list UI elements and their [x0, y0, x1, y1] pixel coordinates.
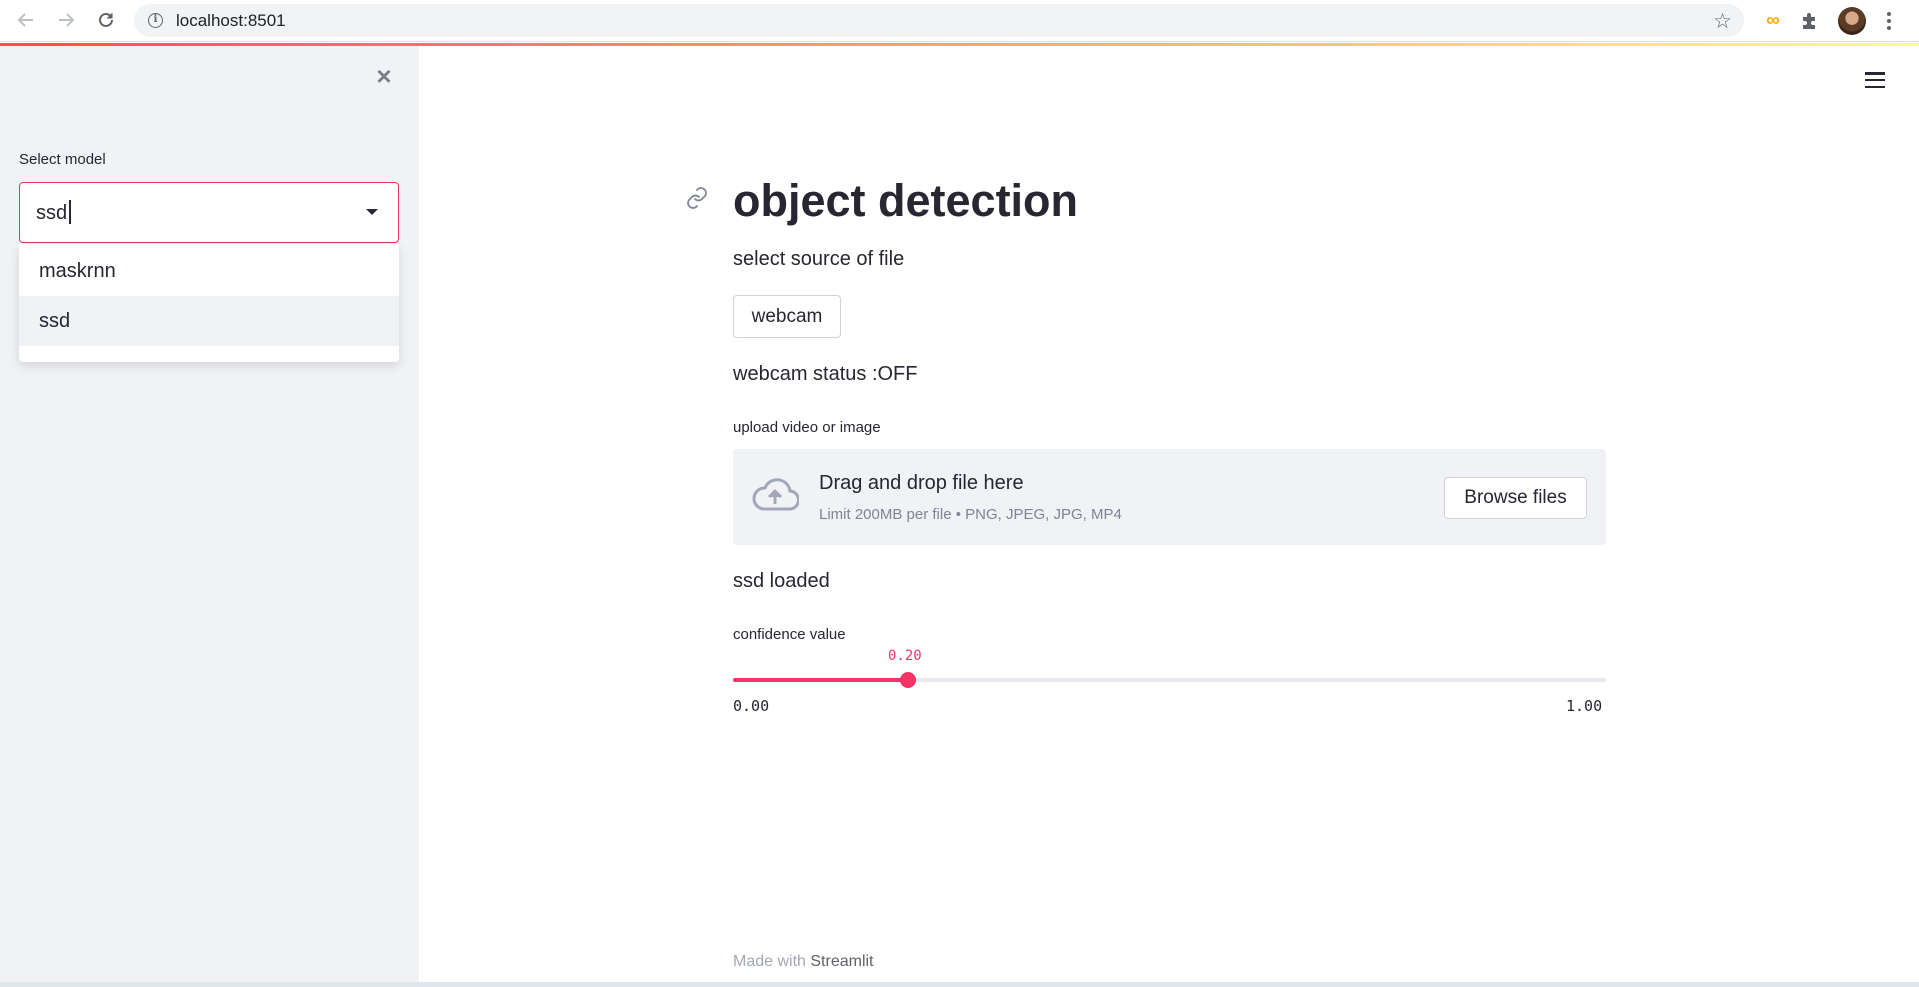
select-model-label: Select model	[19, 151, 106, 168]
confidence-label: confidence value	[733, 626, 846, 643]
slider-value: 0.20	[888, 648, 922, 664]
footer-prefix: Made with	[733, 953, 806, 970]
avatar[interactable]	[1838, 7, 1866, 35]
slider-thumb[interactable]	[899, 672, 916, 688]
kebab-icon[interactable]	[1882, 9, 1896, 33]
reload-icon[interactable]	[92, 6, 120, 34]
file-uploader[interactable]: Drag and drop file here Limit 200MB per …	[733, 449, 1606, 545]
address-bar[interactable]: i localhost:8501 ☆	[134, 4, 1744, 37]
source-label: select source of file	[733, 248, 905, 270]
hamburger-menu-icon[interactable]	[1865, 72, 1885, 88]
browse-files-button[interactable]: Browse files	[1444, 477, 1587, 519]
streamlit-link[interactable]: Streamlit	[810, 953, 873, 970]
upload-limit-text: Limit 200MB per file • PNG, JPEG, JPG, M…	[819, 506, 1122, 523]
close-icon[interactable]: ×	[372, 63, 396, 89]
model-select[interactable]: ssd	[19, 182, 399, 243]
confidence-slider[interactable]	[733, 672, 1606, 688]
slider-fill	[733, 678, 908, 682]
webcam-status: webcam status :OFF	[733, 363, 918, 385]
option-maskrnn[interactable]: maskrnn	[19, 246, 399, 296]
slider-min: 0.00	[733, 697, 770, 715]
back-arrow-icon[interactable]	[12, 6, 40, 34]
option-ssd[interactable]: ssd	[19, 296, 399, 346]
upload-label: upload video or image	[733, 419, 881, 436]
star-icon[interactable]: ☆	[1713, 9, 1732, 34]
link-icon[interactable]	[685, 186, 709, 210]
cloud-upload-icon	[751, 475, 800, 515]
sidebar: × Select model ssd maskrnn ssd	[0, 46, 419, 982]
colab-icon[interactable]: ∞	[1757, 8, 1785, 34]
forward-arrow-icon[interactable]	[52, 6, 80, 34]
browser-toolbar: i localhost:8501 ☆ ∞	[0, 0, 1919, 42]
slider-max: 1.00	[1566, 697, 1603, 715]
model-dropdown: maskrnn ssd	[19, 244, 399, 362]
url-text: localhost:8501	[176, 11, 286, 30]
model-status: ssd loaded	[733, 570, 830, 592]
drag-drop-text: Drag and drop file here	[819, 472, 1024, 494]
page-title: object detection	[733, 175, 1079, 226]
text-caret	[69, 200, 71, 224]
chevron-down-icon[interactable]	[366, 209, 378, 215]
info-icon[interactable]: i	[148, 13, 163, 28]
webcam-button[interactable]: webcam	[733, 295, 841, 338]
footer: Made with Streamlit	[733, 953, 874, 971]
puzzle-icon[interactable]	[1797, 8, 1823, 34]
select-value[interactable]: ssd	[36, 200, 71, 225]
bottom-strip	[0, 982, 1919, 987]
